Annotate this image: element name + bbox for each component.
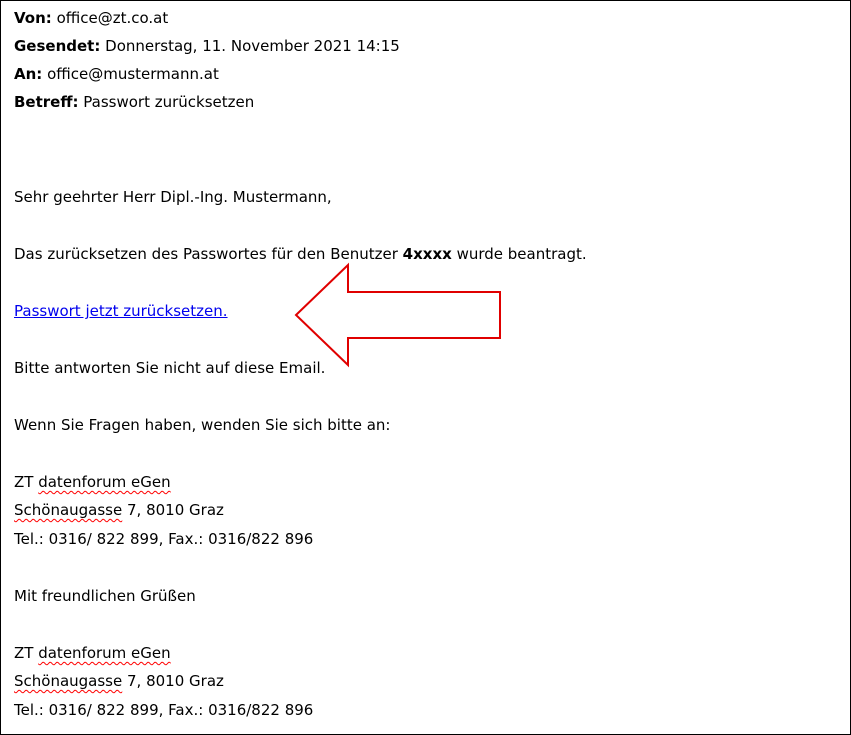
to-value: office@mustermann.at xyxy=(47,65,219,83)
subject-row: Betreff: Passwort zurücksetzen xyxy=(14,91,254,113)
email-document: Von: office@zt.co.at Gesendet: Donnersta… xyxy=(0,0,851,735)
contact-street: Schönaugasse xyxy=(14,501,123,519)
signature-org: ZT datenforum eGen xyxy=(14,642,171,664)
to-label: An: xyxy=(14,65,43,83)
from-value: office@zt.co.at xyxy=(56,9,169,27)
contact-address-rest: 7, 8010 Graz xyxy=(122,501,224,519)
no-reply-text: Bitte antworten Sie nicht auf diese Emai… xyxy=(14,359,326,377)
contact-org-prefix: ZT xyxy=(14,473,39,491)
signature-org-name: datenforum eGen xyxy=(38,644,171,662)
contact-address: Schönaugasse 7, 8010 Graz xyxy=(14,499,224,521)
contact-phone: Tel.: 0316/ 822 899, Fax.: 0316/822 896 xyxy=(14,530,314,548)
sent-label: Gesendet: xyxy=(14,37,101,55)
to-row: An: office@mustermann.at xyxy=(14,63,219,85)
contact-org-name: datenforum eGen xyxy=(38,473,171,491)
greeting: Sehr geehrter Herr Dipl.-Ing. Mustermann… xyxy=(14,188,332,206)
closing-text: Mit freundlichen Grüßen xyxy=(14,587,196,605)
subject-value: Passwort zurücksetzen xyxy=(83,93,255,111)
subject-label: Betreff: xyxy=(14,93,79,111)
signature-org-prefix: ZT xyxy=(14,644,39,662)
signature-street: Schönaugasse xyxy=(14,672,123,690)
questions-text: Wenn Sie Fragen haben, wenden Sie sich b… xyxy=(14,416,391,434)
reset-text-after: wurde beantragt. xyxy=(451,245,587,263)
reset-user-id: 4xxxx xyxy=(402,245,452,263)
reset-request-text: Das zurücksetzen des Passwortes für den … xyxy=(14,243,587,265)
reset-link-row: Passwort jetzt zurücksetzen. xyxy=(14,300,228,322)
sent-row: Gesendet: Donnerstag, 11. November 2021 … xyxy=(14,35,400,57)
signature-address-rest: 7, 8010 Graz xyxy=(122,672,224,690)
from-row: Von: office@zt.co.at xyxy=(14,7,168,29)
signature-phone: Tel.: 0316/ 822 899, Fax.: 0316/822 896 xyxy=(14,701,314,719)
from-label: Von: xyxy=(14,9,52,27)
reset-text-before: Das zurücksetzen des Passwortes für den … xyxy=(14,245,403,263)
signature-address: Schönaugasse 7, 8010 Graz xyxy=(14,670,224,692)
reset-password-link[interactable]: Passwort jetzt zurücksetzen. xyxy=(14,302,228,320)
contact-org: ZT datenforum eGen xyxy=(14,471,171,493)
sent-value: Donnerstag, 11. November 2021 14:15 xyxy=(105,37,400,55)
